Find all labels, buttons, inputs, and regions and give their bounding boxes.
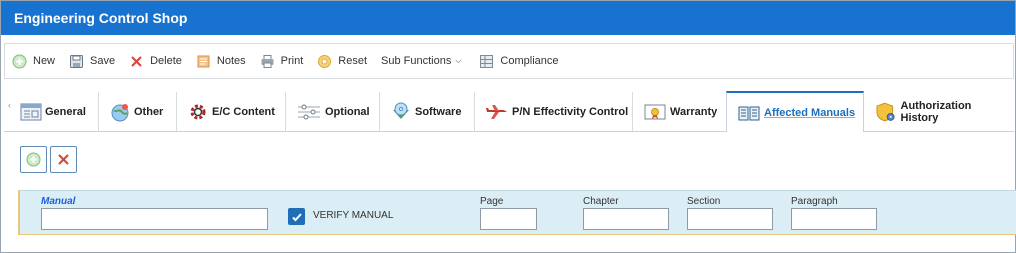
tab-pn-effectivity-control[interactable]: P/N Effectivity Control [475, 92, 633, 131]
tab-other[interactable]: Other [99, 92, 177, 131]
paragraph-label: Paragraph [791, 196, 838, 207]
compliance-label: Compliance [500, 55, 559, 67]
tab-label: Affected Manuals [764, 106, 856, 119]
plus-circle-icon [12, 54, 27, 68]
window-title: Engineering Control Shop [1, 1, 1015, 35]
grid-list-icon [480, 54, 494, 68]
globe-icon [111, 103, 129, 121]
printer-icon [261, 54, 274, 68]
disc-icon [393, 102, 409, 119]
tab-label: E/C Content [212, 105, 275, 118]
reset-icon [318, 54, 332, 68]
tab-warranty[interactable]: Warranty [633, 92, 729, 131]
new-label: New [33, 55, 56, 67]
sliders-icon [298, 104, 320, 119]
tab-authorization-history[interactable]: Authorization History [864, 92, 1010, 131]
save-button[interactable]: Save [69, 54, 115, 69]
checkmark-icon [291, 212, 302, 221]
chapter-input[interactable] [583, 208, 669, 230]
tab-label: General [45, 105, 86, 118]
tab-strip: ‹ General Other E/C Content Optional Sof… [4, 91, 1014, 132]
section-input[interactable] [687, 208, 773, 230]
subfunctions-label: Sub Functions [381, 55, 452, 67]
delete-button[interactable]: Delete [129, 54, 182, 69]
gear-icon [190, 104, 206, 119]
notes-label: Notes [216, 55, 246, 67]
notes-icon [197, 55, 210, 67]
verify-manual-label: VERIFY MANUAL [313, 210, 394, 221]
close-icon [131, 55, 142, 67]
tab-optional[interactable]: Optional [286, 92, 380, 131]
tab-affected-manuals[interactable]: Affected Manuals [726, 91, 864, 132]
tab-label: Optional [325, 105, 370, 118]
manual-label: Manual [41, 196, 76, 207]
floppy-icon [70, 54, 84, 68]
tab-general[interactable]: General [10, 92, 99, 131]
subfunctions-dropdown[interactable]: Sub Functions ⌵ [381, 55, 461, 67]
tab-ec-content[interactable]: E/C Content [177, 92, 286, 131]
manual-input[interactable] [41, 208, 268, 230]
page-label: Page [480, 196, 504, 207]
close-icon [58, 154, 69, 165]
shield-gear-icon [876, 102, 895, 121]
save-label: Save [90, 55, 116, 67]
new-button[interactable]: New [12, 54, 55, 69]
paragraph-input[interactable] [791, 208, 877, 230]
notes-button[interactable]: Notes [196, 54, 246, 69]
certificate-icon [644, 104, 666, 119]
compliance-button[interactable]: Compliance [479, 54, 559, 69]
book-icon [738, 106, 760, 120]
tab-label: Software [415, 105, 462, 118]
delete-row-button[interactable] [50, 146, 77, 173]
chevron-down-icon: ⌵ [455, 56, 462, 65]
toolbar: New Save Delete Notes Print Reset Sub Fu… [4, 43, 1014, 79]
general-icon [20, 103, 42, 120]
page-input[interactable] [480, 208, 537, 230]
tab-label: Warranty [670, 105, 718, 118]
add-row-button[interactable] [20, 146, 47, 173]
tab-label: Other [134, 105, 164, 118]
print-button[interactable]: Print [260, 54, 304, 69]
section-label: Section [687, 196, 721, 207]
tab-label: Authorization History [900, 99, 972, 124]
reset-label: Reset [338, 55, 368, 67]
chapter-label: Chapter [583, 196, 619, 207]
verify-manual-checkbox[interactable] [288, 208, 305, 225]
tab-label: P/N Effectivity Control [512, 105, 629, 118]
delete-label: Delete [150, 55, 182, 67]
plus-circle-icon [26, 152, 41, 167]
print-label: Print [280, 55, 304, 67]
airplane-icon [486, 104, 507, 119]
tab-software[interactable]: Software [380, 92, 475, 131]
reset-button[interactable]: Reset [317, 54, 367, 69]
